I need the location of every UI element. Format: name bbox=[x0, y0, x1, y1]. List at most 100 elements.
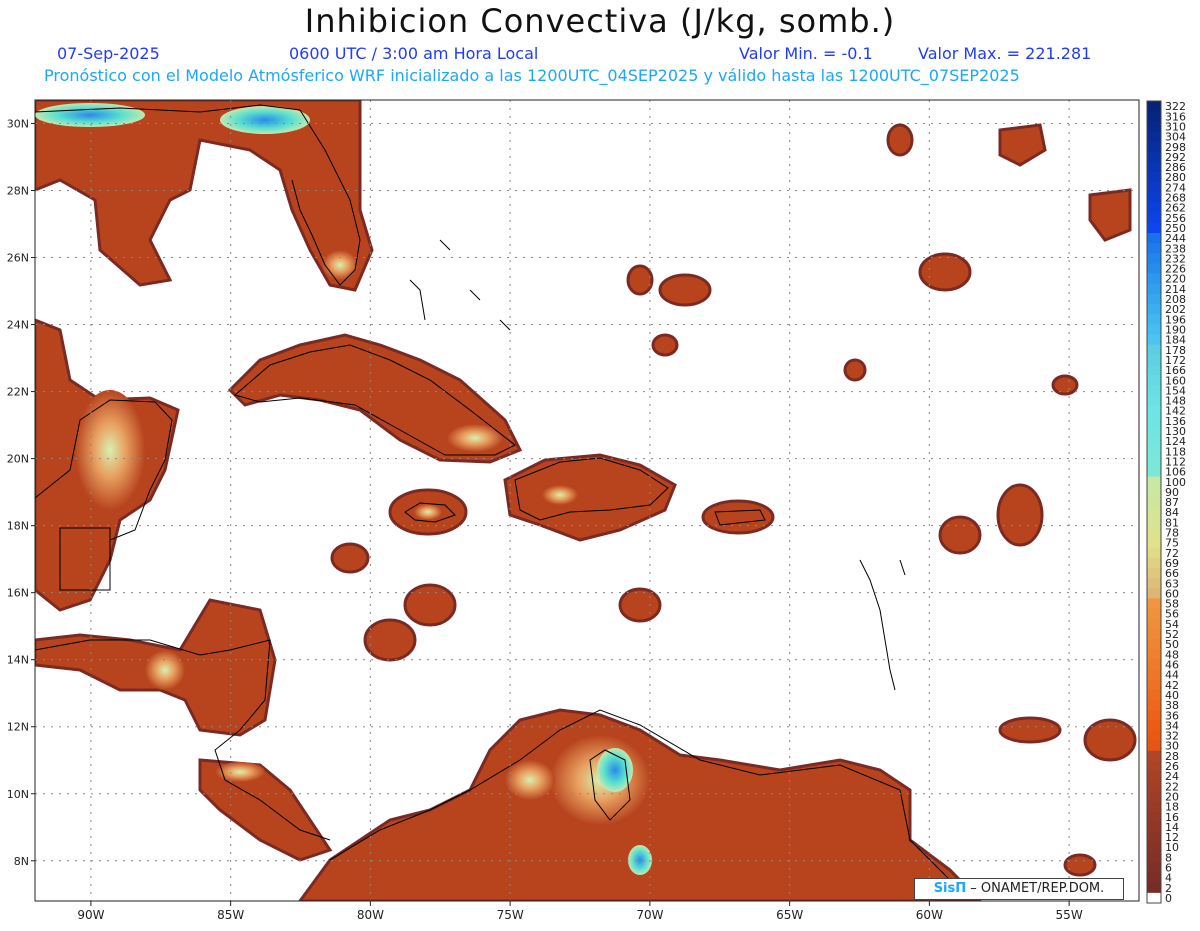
shade-east-coast-ne2 bbox=[1088, 188, 1132, 242]
colorbar-swatch bbox=[1147, 415, 1161, 427]
colorbar-swatch bbox=[1147, 618, 1161, 630]
shade-sa-cyan bbox=[628, 845, 652, 875]
colorbar-swatch bbox=[1147, 679, 1161, 691]
colorbar-swatch bbox=[1147, 791, 1161, 802]
coast-antilles bbox=[859, 559, 906, 691]
shade-blob-7 bbox=[843, 358, 867, 382]
colorbar-swatch bbox=[1147, 862, 1161, 874]
colorbar-swatch bbox=[1147, 324, 1161, 335]
colorbar-swatch bbox=[1147, 131, 1161, 143]
credit-box: SisΠ – ONAMET/REP.DOM. bbox=[914, 878, 1124, 900]
colorbar-swatch bbox=[1147, 760, 1161, 772]
colorbar-swatch bbox=[1147, 740, 1161, 752]
lon-label: 65W bbox=[776, 908, 803, 922]
shade-blob-1 bbox=[658, 273, 712, 307]
colorbar-swatch bbox=[1147, 527, 1161, 539]
map-container: 90W 85W 80W 75W 70W 65W 60W 55W 8N 10N 12N 14N 16N 1… bbox=[0, 0, 1200, 931]
colorbar-swatch bbox=[1147, 649, 1161, 660]
colorbar-swatch bbox=[1147, 578, 1161, 589]
lat-label: 14N bbox=[7, 654, 29, 667]
lon-label: 70W bbox=[636, 908, 663, 922]
shade-gulf-cyan-2 bbox=[220, 106, 310, 134]
shade-blob-e5 bbox=[1083, 718, 1137, 762]
colorbar-swatch bbox=[1147, 557, 1161, 569]
colorbar-swatch bbox=[1147, 852, 1161, 863]
lon-tick-labels: 90W 85W 80W 75W 70W 65W 60W 55W bbox=[77, 908, 1082, 922]
colorbar-swatch bbox=[1147, 588, 1161, 599]
lon-label: 55W bbox=[1056, 908, 1083, 922]
colorbar-swatch bbox=[1147, 750, 1161, 762]
colorbar-swatch bbox=[1147, 344, 1161, 356]
colorbar-swatch bbox=[1147, 842, 1161, 853]
colorbar-swatch bbox=[1147, 710, 1161, 721]
colorbar-swatch bbox=[1147, 151, 1161, 163]
shade-blob-e4 bbox=[998, 716, 1062, 744]
colorbar-swatch bbox=[1147, 689, 1161, 701]
lat-label: 22N bbox=[7, 386, 29, 399]
lat-label: 20N bbox=[7, 453, 29, 466]
colorbar-swatch bbox=[1147, 496, 1161, 508]
colorbar-swatch bbox=[1147, 537, 1161, 549]
shade-blob-e6 bbox=[1063, 853, 1097, 877]
lon-label: 85W bbox=[217, 908, 244, 922]
colorbar-swatch bbox=[1147, 446, 1161, 457]
lat-label: 16N bbox=[7, 587, 29, 600]
shade-blob-6 bbox=[618, 587, 662, 623]
colorbar-swatch bbox=[1147, 202, 1161, 214]
colorbar-swatch bbox=[1147, 811, 1161, 823]
colorbar-swatch bbox=[1147, 882, 1161, 894]
colorbar-swatch bbox=[1147, 212, 1161, 224]
colorbar-swatch bbox=[1147, 101, 1161, 112]
lon-label: 75W bbox=[497, 908, 524, 922]
colorbar-swatch bbox=[1147, 801, 1161, 813]
colorbar-swatch bbox=[1147, 486, 1161, 498]
colorbar-swatch bbox=[1147, 283, 1161, 295]
colorbar-swatch bbox=[1147, 476, 1161, 488]
colorbar-swatch bbox=[1147, 781, 1161, 792]
colorbar-swatch bbox=[1147, 547, 1161, 559]
shade-cuba-hot bbox=[447, 424, 503, 452]
cin-shading bbox=[35, 100, 1137, 901]
shade-blob-8 bbox=[1051, 374, 1079, 396]
shade-blob-e3 bbox=[938, 515, 982, 555]
colorbar-swatch bbox=[1147, 375, 1161, 386]
shade-blob-2 bbox=[626, 264, 654, 296]
shade-gulf-coast bbox=[35, 100, 374, 292]
colorbar-swatch bbox=[1147, 669, 1161, 681]
colorbar-swatch bbox=[1147, 314, 1161, 325]
colorbar-swatch bbox=[1147, 364, 1161, 376]
lat-label: 24N bbox=[7, 319, 29, 332]
shade-east-coast-ne bbox=[998, 123, 1047, 167]
colorbar-swatch bbox=[1147, 659, 1161, 671]
lat-label: 26N bbox=[7, 252, 29, 265]
lat-tick-labels: 8N 10N 12N 14N 16N 18N 20N 22N 24N 26N 28N 30N bbox=[7, 117, 29, 867]
lat-label: 30N bbox=[7, 117, 29, 130]
shade-blob-e2 bbox=[996, 483, 1044, 547]
shade-hispaniola bbox=[503, 453, 677, 542]
shade-hisp-hot bbox=[542, 485, 578, 505]
colorbar-swatch bbox=[1147, 639, 1161, 650]
colorbar-swatch bbox=[1147, 456, 1161, 467]
colorbar-swatch bbox=[1147, 425, 1161, 437]
colorbar: 3223163103042982922862802742682622562502… bbox=[1146, 100, 1186, 905]
shade-yucatan-hot bbox=[75, 390, 145, 510]
lat-label: 10N bbox=[7, 788, 29, 801]
colorbar-swatch bbox=[1147, 354, 1161, 366]
colorbar-swatch bbox=[1147, 598, 1161, 610]
colorbar-swatch bbox=[1147, 567, 1161, 579]
colorbar-swatch bbox=[1147, 405, 1161, 417]
lon-label: 90W bbox=[77, 908, 104, 922]
lat-label: 28N bbox=[7, 184, 29, 197]
lon-label: 60W bbox=[916, 908, 943, 922]
colorbar-swatch bbox=[1147, 232, 1161, 244]
credit-brand: SisΠ bbox=[933, 881, 967, 896]
colorbar-swatch bbox=[1147, 182, 1161, 193]
colorbar-swatch bbox=[1147, 111, 1161, 122]
lat-label: 18N bbox=[7, 520, 29, 533]
credit-text: – ONAMET/REP.DOM. bbox=[970, 881, 1105, 896]
colorbar-swatch bbox=[1147, 192, 1161, 204]
colorbar-swatch bbox=[1147, 304, 1161, 315]
cin-map: 90W 85W 80W 75W 70W 65W 60W 55W 8N 10N 12N 14N 16N 1… bbox=[7, 99, 1186, 922]
colorbar-swatch bbox=[1147, 771, 1161, 782]
coast-bahamas bbox=[409, 239, 511, 331]
